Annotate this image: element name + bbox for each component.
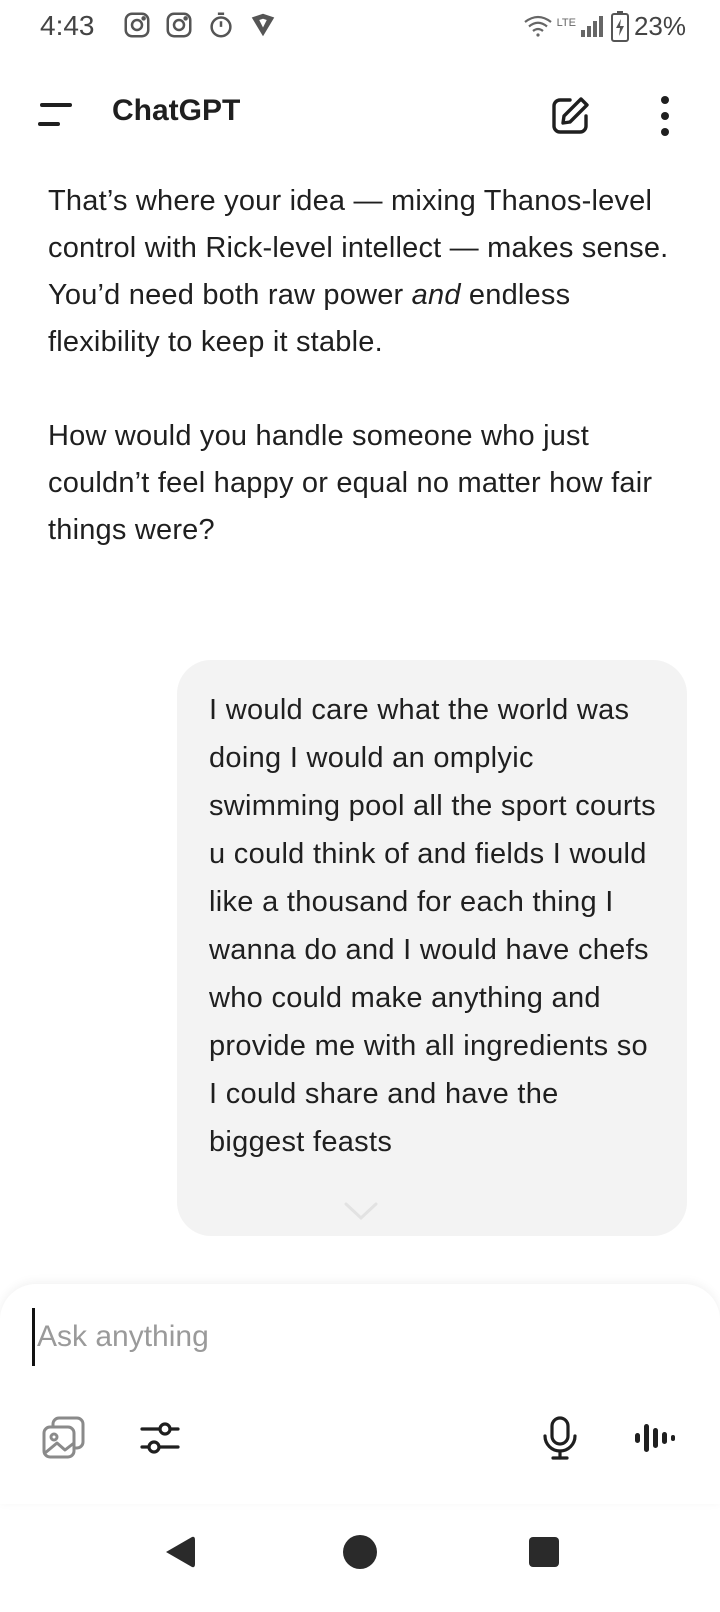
more-vertical-icon[interactable] [648, 94, 682, 138]
assistant-paragraph: That’s where your idea — mixing Thanos-l… [48, 178, 678, 366]
edit-icon[interactable] [548, 94, 592, 138]
message-input[interactable] [32, 1308, 679, 1366]
recents-icon[interactable] [524, 1532, 564, 1572]
instagram-icon [166, 12, 192, 38]
status-time: 4:43 [40, 10, 95, 41]
signal-icon [580, 16, 603, 37]
voice-mode-icon [635, 1424, 675, 1452]
photos-button[interactable] [40, 1414, 88, 1462]
composer [0, 1284, 720, 1504]
tools-button[interactable] [136, 1414, 184, 1462]
assistant-text-part: That’s where your idea — mixing Thanos-l… [48, 185, 669, 311]
tools-icon [140, 1422, 180, 1454]
menu-icon[interactable] [36, 100, 76, 130]
instagram-icon [124, 12, 150, 38]
app-header: ChatGPT [0, 80, 720, 152]
battery-icon [610, 11, 629, 42]
navigation-bar [0, 1510, 720, 1612]
battery-percent: 23% [633, 10, 686, 41]
user-message-bubble: I would care what the world was doing I … [177, 660, 687, 1236]
microphone-icon [543, 1416, 577, 1460]
assistant-emphasis: and [411, 279, 461, 311]
back-icon[interactable] [160, 1532, 200, 1572]
photos-icon [42, 1416, 85, 1459]
timer-icon [210, 12, 232, 38]
user-message-text: I would care what the world was doing I … [209, 694, 656, 1158]
assistant-message: That’s where your idea — mixing Thanos-l… [48, 178, 678, 601]
microphone-button[interactable] [536, 1414, 584, 1462]
app-title: ChatGPT [112, 94, 241, 127]
chevron-down-icon[interactable] [336, 1196, 386, 1226]
assistant-paragraph: How would you handle someone who just co… [48, 420, 653, 546]
home-icon[interactable] [340, 1532, 380, 1572]
voice-mode-button[interactable] [630, 1414, 678, 1462]
status-right: LTE 23% [523, 10, 686, 42]
notification-icons [122, 10, 278, 40]
status-bar: 4:43 LTE 23% [0, 0, 720, 56]
vpn-shield-icon [251, 13, 275, 37]
screen: 4:43 LTE 23% ChatGPT That’s where your i… [0, 0, 720, 1612]
wifi-icon [523, 15, 552, 37]
network-type: LTE [556, 17, 576, 29]
